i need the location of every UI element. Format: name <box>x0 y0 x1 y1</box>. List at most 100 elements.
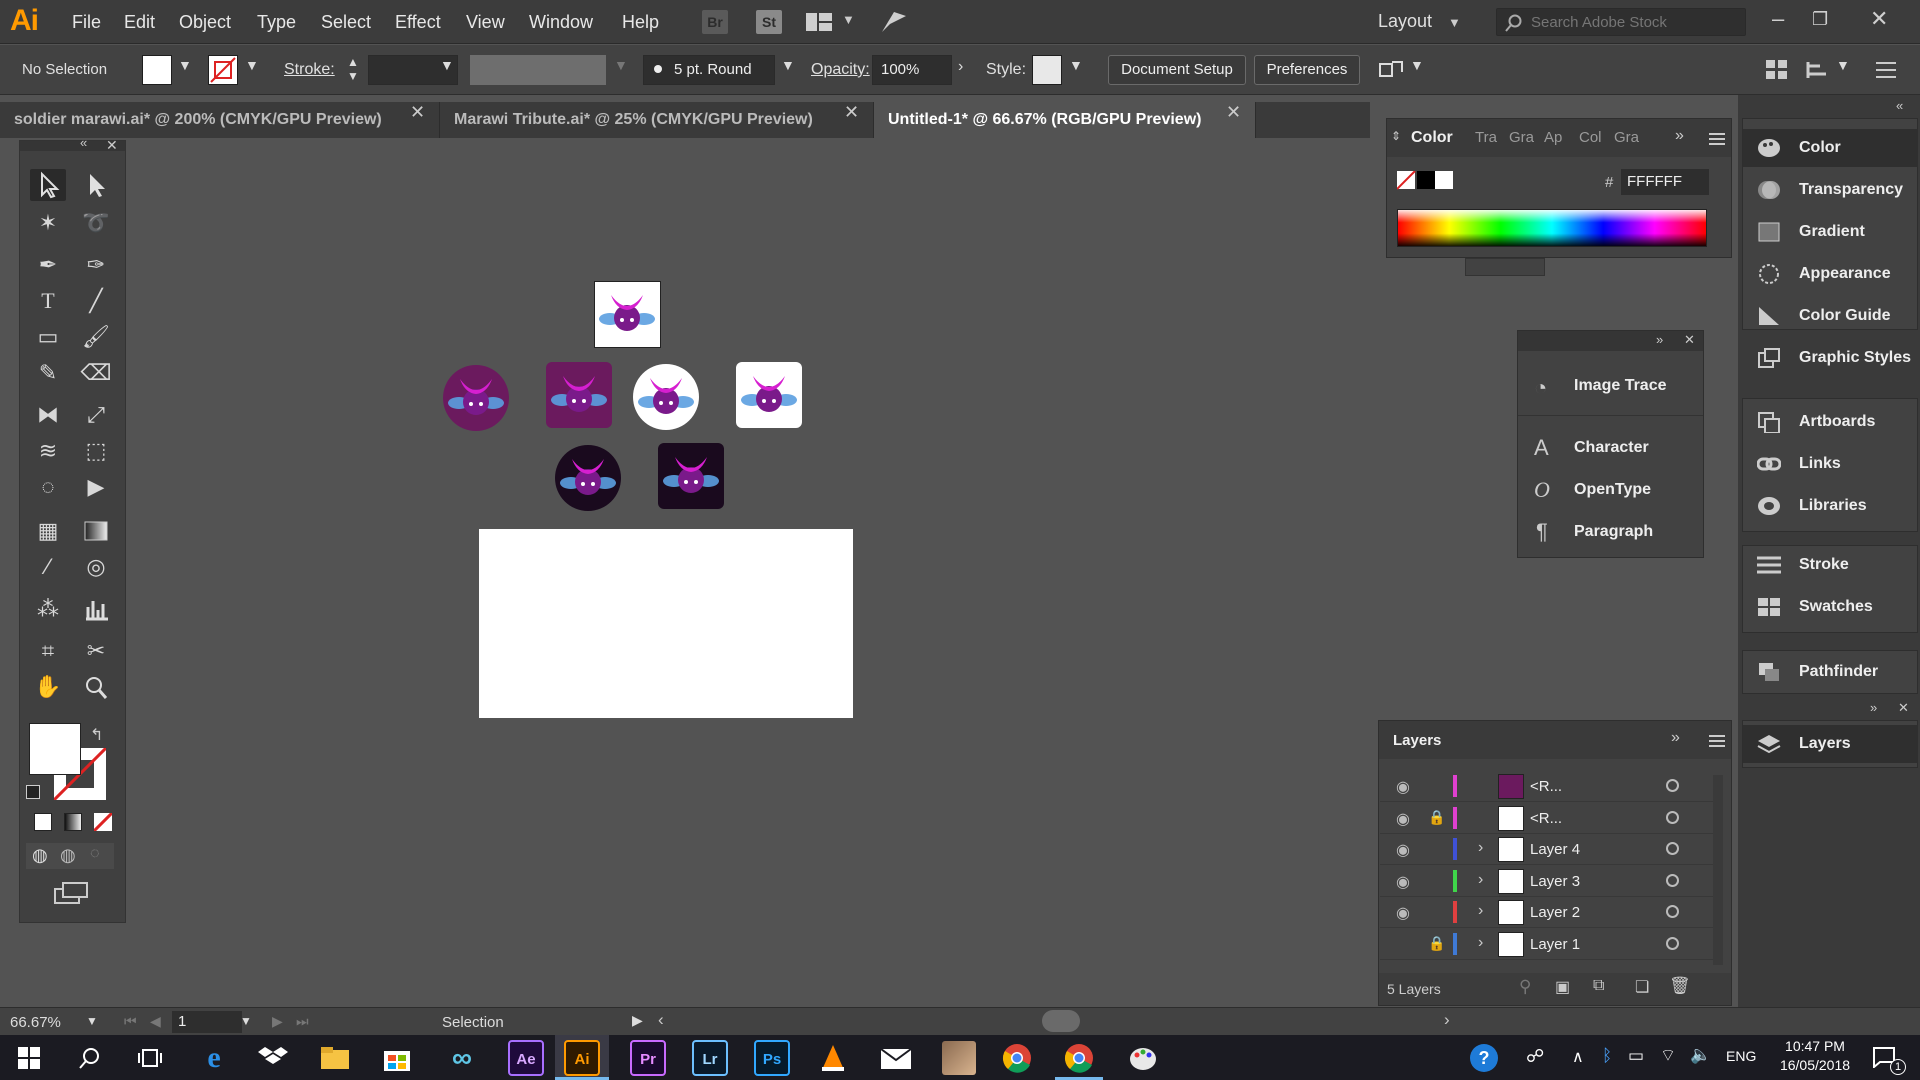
symbol-sprayer-tool-icon[interactable]: ⁂ <box>30 593 66 625</box>
color-panel-title[interactable]: Color <box>1411 129 1453 147</box>
zoom-level[interactable]: 66.67% <box>10 1014 61 1031</box>
network-icon[interactable]: ⌔ <box>1660 1045 1676 1066</box>
tab-gradient[interactable]: Gra <box>1509 129 1534 146</box>
variable-width-profile[interactable] <box>470 55 606 85</box>
target-circle-icon[interactable] <box>1666 810 1679 824</box>
expand-chevron-icon[interactable]: › <box>1478 871 1483 889</box>
panel-menu-icon[interactable] <box>1709 734 1725 748</box>
visibility-eye-icon[interactable]: ◉ <box>1396 903 1410 923</box>
preferences-button[interactable]: Preferences <box>1254 55 1360 85</box>
clock-date[interactable]: 16/05/2018 <box>1768 1057 1862 1073</box>
close-icon[interactable]: ✕ <box>1684 332 1695 348</box>
paint-icon[interactable] <box>1128 1043 1158 1073</box>
target-circle-icon[interactable] <box>1666 873 1679 887</box>
tab-transparency[interactable]: Tra <box>1475 129 1497 146</box>
lasso-tool-icon[interactable]: ➰ <box>78 207 114 239</box>
next-artboard-icon[interactable]: ▶ <box>272 1013 283 1030</box>
menu-help[interactable]: Help <box>622 12 659 33</box>
screen-mode-icon[interactable] <box>54 881 88 905</box>
visibility-eye-icon[interactable]: ◉ <box>1396 809 1410 829</box>
close-icon[interactable]: ✕ <box>844 102 859 123</box>
creature-icon[interactable] <box>633 364 699 430</box>
creature-icon[interactable] <box>546 362 612 428</box>
eyedropper-tool-icon[interactable]: ⁄ <box>30 551 66 583</box>
more-tabs-icon[interactable]: » <box>1675 127 1684 145</box>
hand-tool-icon[interactable]: ✋ <box>30 671 66 703</box>
lock-icon[interactable]: 🔒 <box>1428 935 1445 952</box>
layer-name[interactable]: Layer 1 <box>1530 936 1580 953</box>
chevron-down-icon[interactable]: ▼ <box>614 57 628 73</box>
file-explorer-icon[interactable] <box>320 1045 350 1071</box>
zoom-tool-icon[interactable] <box>78 671 114 703</box>
menu-object[interactable]: Object <box>179 12 231 33</box>
none-mode-icon[interactable] <box>94 813 112 831</box>
chrome-icon[interactable] <box>1002 1043 1032 1073</box>
close-icon[interactable]: ✕ <box>1898 700 1909 716</box>
store-icon[interactable] <box>382 1043 412 1073</box>
infinity-app-icon[interactable]: ∞ <box>444 1040 480 1076</box>
language-indicator[interactable]: ENG <box>1726 1048 1756 1064</box>
illustrator-icon[interactable]: Ai <box>564 1040 600 1076</box>
workspace-switcher[interactable]: Layout <box>1378 11 1432 32</box>
creature-icon[interactable] <box>555 445 621 511</box>
curvature-tool-icon[interactable]: ✑ <box>78 249 114 281</box>
menu-view[interactable]: View <box>466 12 505 33</box>
clock-time[interactable]: 10:47 PM <box>1774 1038 1856 1054</box>
gradient-mode-icon[interactable] <box>64 813 82 831</box>
layers-scrollbar[interactable] <box>1713 775 1723 965</box>
layer-name[interactable]: Layer 2 <box>1530 904 1580 921</box>
visibility-eye-icon[interactable]: ◉ <box>1396 872 1410 892</box>
stroke-label[interactable]: Stroke: <box>284 61 335 79</box>
panel-menu-icon[interactable] <box>1709 132 1725 146</box>
people-icon[interactable]: ☍ <box>1526 1046 1544 1067</box>
minimize-button[interactable]: – <box>1772 6 1784 32</box>
chevron-down-icon[interactable]: ▼ <box>842 12 855 27</box>
show-hidden-icons[interactable]: ∧ <box>1572 1047 1584 1067</box>
expand-arrows-icon[interactable]: ⇕ <box>1391 129 1401 143</box>
layer-row[interactable]: ◉ <R... <box>1380 771 1718 802</box>
column-graph-tool-icon[interactable] <box>78 593 114 625</box>
layer-row[interactable]: ◉ › Layer 2 <box>1380 897 1718 928</box>
vlc-icon[interactable] <box>818 1043 848 1073</box>
close-icon[interactable]: ✕ <box>1226 102 1241 123</box>
layer-name[interactable]: Layer 3 <box>1530 873 1580 890</box>
visibility-eye-icon[interactable]: ◉ <box>1396 777 1410 797</box>
graphic-style-swatch[interactable] <box>1032 55 1062 85</box>
more-tabs-icon[interactable]: » <box>1671 729 1680 747</box>
locate-object-icon[interactable]: ⚲ <box>1519 977 1531 997</box>
collapse-icon[interactable]: » <box>1656 332 1663 347</box>
bluetooth-icon[interactable]: ᛒ <box>1602 1046 1612 1066</box>
fill-color-swatch-front[interactable] <box>29 723 81 775</box>
chevron-down-icon[interactable]: ▼ <box>178 57 192 73</box>
target-circle-icon[interactable] <box>1666 936 1679 950</box>
chevron-down-icon[interactable]: ▼ <box>1069 57 1083 73</box>
artboard-number[interactable]: 1 <box>172 1011 242 1033</box>
layer-name[interactable]: <R... <box>1530 778 1562 795</box>
eraser-tool-icon[interactable]: ⌫ <box>78 357 114 389</box>
mail-icon[interactable] <box>880 1045 912 1071</box>
stroke-swatch[interactable] <box>208 55 238 85</box>
first-artboard-icon[interactable]: ⏮ <box>124 1013 137 1030</box>
fill-stroke-swatches[interactable] <box>1397 171 1455 191</box>
restore-button[interactable]: ❐ <box>1812 9 1828 30</box>
gradient-tool-icon[interactable] <box>78 515 114 547</box>
target-circle-icon[interactable] <box>1666 779 1679 792</box>
draw-behind-icon[interactable]: ◍ <box>60 845 76 866</box>
magic-wand-tool-icon[interactable]: ✶ <box>30 207 66 239</box>
after-effects-icon[interactable]: Ae <box>508 1040 544 1076</box>
chevron-down-icon[interactable]: ▼ <box>440 57 454 73</box>
chevron-down-icon[interactable]: ▼ <box>245 57 259 73</box>
help-icon[interactable]: ? <box>1470 1044 1498 1072</box>
target-circle-icon[interactable] <box>1666 905 1679 918</box>
artboard-lower[interactable] <box>479 529 853 718</box>
volume-icon[interactable]: 🔈 <box>1690 1045 1711 1065</box>
close-window-button[interactable]: ✕ <box>1870 6 1888 32</box>
menu-edit[interactable]: Edit <box>124 12 155 33</box>
direct-selection-tool-icon[interactable] <box>78 169 114 201</box>
task-view-icon[interactable] <box>138 1047 162 1069</box>
menu-window[interactable]: Window <box>529 12 593 33</box>
perspective-grid-tool-icon[interactable]: ▶ <box>78 471 114 503</box>
menu-effect[interactable]: Effect <box>395 12 441 33</box>
free-transform-tool-icon[interactable]: ⬚ <box>78 435 114 467</box>
layers-panel-title[interactable]: Layers <box>1393 732 1441 749</box>
